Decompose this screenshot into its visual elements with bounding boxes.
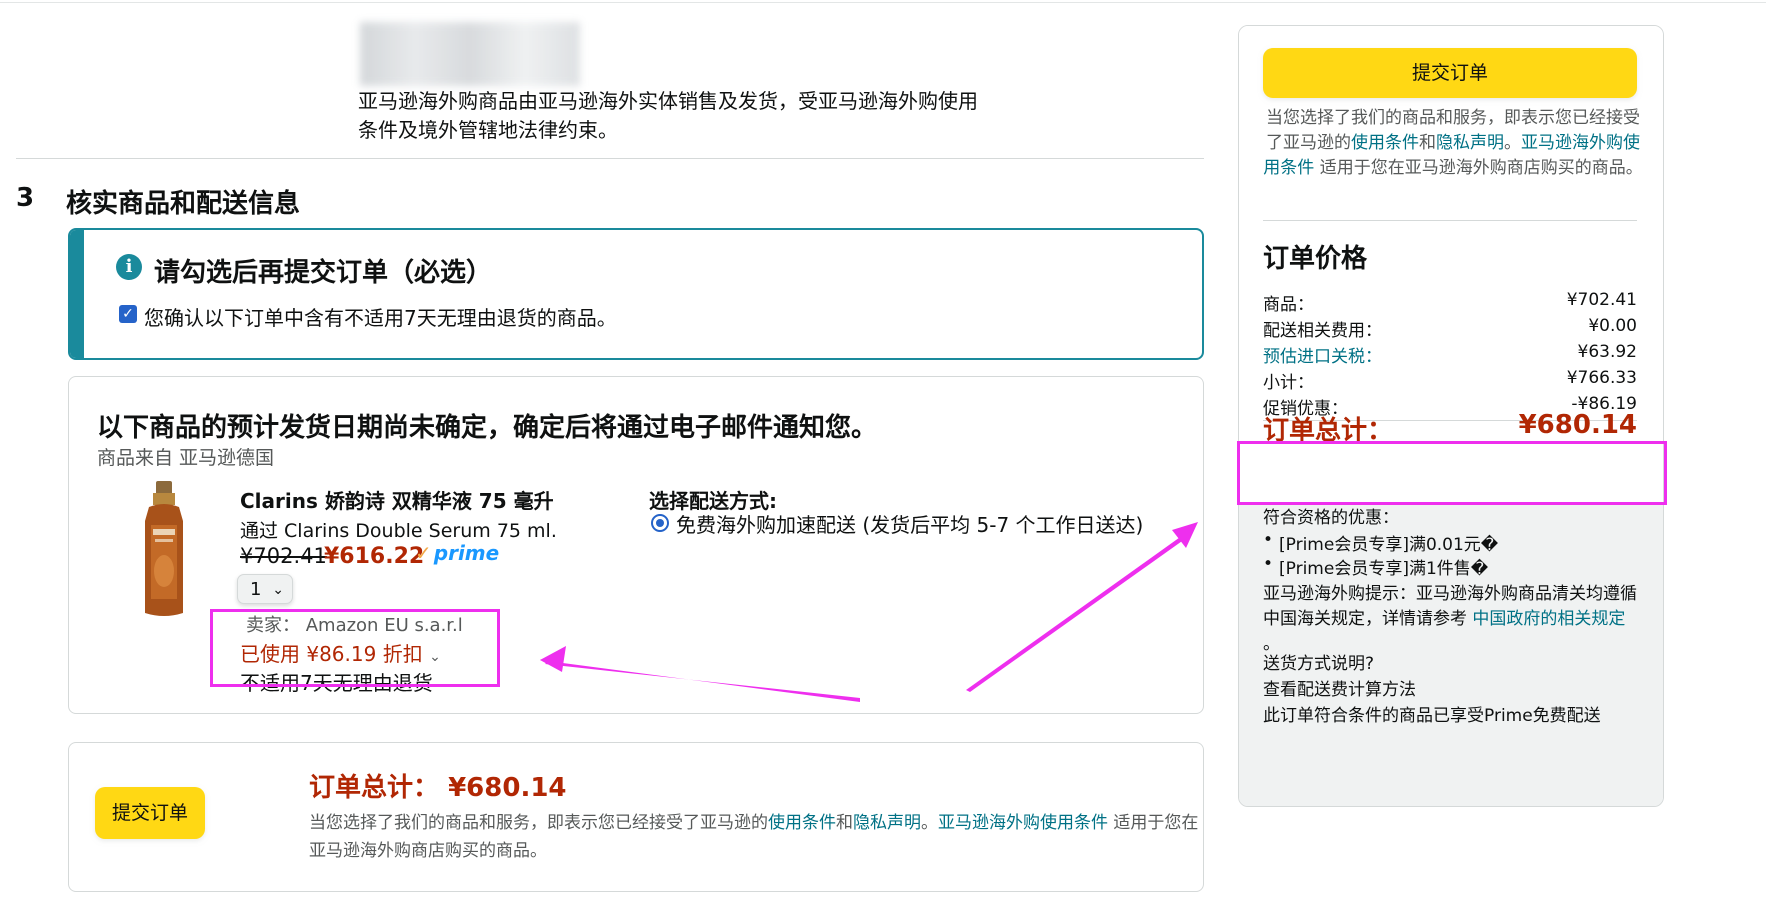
- arrow-head-discount: [540, 646, 566, 672]
- arrow-to-discount: [540, 654, 860, 702]
- annotation-arrows: [540, 522, 1198, 702]
- arrow-to-total: [966, 530, 1192, 692]
